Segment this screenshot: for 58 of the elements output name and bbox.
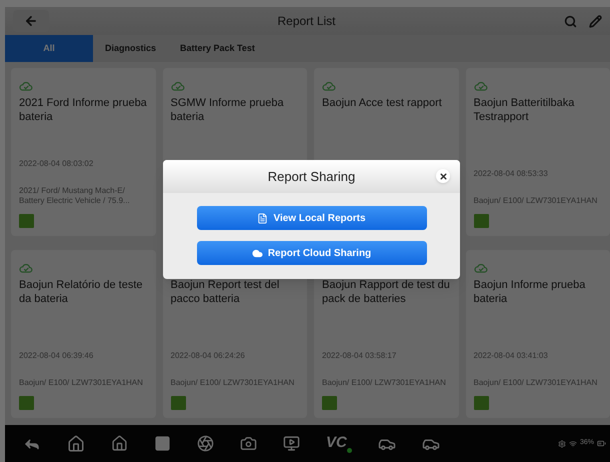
report-date: 2022-08-04 03:41:03 — [474, 350, 549, 362]
local-reports-button[interactable]: View Local Reports — [196, 206, 426, 230]
report-card[interactable]: Baojun Batteritilbaka Testrapport 2022-08-04 08:53:33 Baojun/ E100/ LZW7301EYA1HAN — [466, 68, 610, 236]
home-icon[interactable] — [67, 434, 85, 452]
report-date: 2022-08-04 06:24:26 — [170, 350, 246, 362]
report-title: 2021 Ford Informe prueba bateria — [19, 96, 148, 125]
pencil-icon[interactable] — [589, 14, 602, 28]
tab[interactable]: Battery Pack Test — [168, 35, 267, 62]
close-icon — [438, 172, 448, 180]
tab[interactable]: All — [5, 35, 93, 62]
battery-icon — [170, 396, 186, 410]
battery-icon — [474, 396, 488, 410]
cloud-icon — [252, 248, 263, 258]
vehicle-info: Baojun/ E100/ LZW7301EYA1HAN — [19, 378, 144, 388]
battery-status-icon — [597, 439, 606, 448]
screen-record-icon[interactable] — [283, 435, 300, 452]
report-title: Baojun Acce test rapport — [322, 96, 443, 111]
vci-button[interactable]: VC — [326, 432, 352, 455]
report-card[interactable]: Baojun Informe prueba bateria 2022-08-04 03:41:03 Baojun/ E100/ LZW7301EYA1HAN — [466, 250, 610, 418]
cloud-check-icon — [170, 80, 184, 92]
cloud-check-icon — [474, 262, 488, 274]
document-icon — [257, 212, 268, 224]
vehicle-info: Baojun/ E100/ LZW7301EYA1HAN — [322, 378, 447, 388]
recent-apps-icon[interactable] — [154, 435, 171, 452]
vehicle-info: Baojun/ E100/ LZW7301EYA1HAN — [474, 196, 598, 206]
cloud-check-icon — [474, 80, 488, 92]
report-title: SGMW Informe prueba bateria — [170, 96, 285, 125]
report-card[interactable]: 2021 Ford Informe prueba bateria 2022-08-04 08:03:02 2021/ Ford/ Mustang Mach-E/ Battery Electric Vehicle / 75.9... — [11, 68, 156, 236]
cloud-check-icon — [322, 80, 336, 92]
report-title: Baojun Rapport de test du pack de batteries — [322, 278, 450, 307]
report-date: 2022-08-04 08:53:33 — [474, 168, 549, 180]
search-icon[interactable] — [564, 14, 577, 28]
vehicle-info: 2021/ Ford/ Mustang Mach-E/ Battery Electric Vehicle / 75.9... — [19, 186, 131, 206]
report-date: 2022-08-04 08:03:02 — [19, 158, 94, 170]
cloud-sharing-button[interactable]: Report Cloud Sharing — [196, 241, 426, 265]
battery-icon — [322, 396, 337, 410]
wifi-icon — [568, 440, 577, 448]
report-card[interactable]: Baojun Relatório de teste da bateria 2022-08-04 06:39:46 Baojun/ E100/ LZW7301EYA1HAN — [11, 250, 156, 418]
cloud-check-icon — [19, 262, 33, 274]
browser-icon[interactable] — [197, 435, 214, 452]
report-title: Baojun Informe prueba bateria — [474, 278, 586, 307]
battery-icon — [19, 214, 34, 228]
cloud-check-icon — [19, 80, 33, 92]
report-date: 2022-08-04 03:58:17 — [322, 350, 398, 362]
house-icon[interactable] — [111, 435, 128, 452]
vehicle-info: Baojun/ E100/ LZW7301EYA1HAN — [474, 378, 598, 388]
battery-icon — [19, 396, 34, 410]
vehicle-info: Baojun/ E100/ LZW7301EYA1HAN — [170, 378, 296, 388]
report-date: 2022-08-04 06:39:46 — [19, 350, 94, 362]
settings-icon — [558, 440, 566, 448]
close-button[interactable] — [436, 169, 450, 183]
report-title: Baojun Report test del pacco batteria — [170, 278, 280, 307]
window-title: Report List — [276, 13, 337, 30]
report-title: Baojun Relatório de teste da bateria — [19, 278, 144, 307]
tab[interactable]: Diagnostics — [93, 35, 168, 62]
report-title: Baojun Batteritilbaka Testrapport — [474, 96, 576, 125]
camera-icon[interactable] — [240, 435, 257, 452]
battery-icon — [474, 214, 488, 228]
